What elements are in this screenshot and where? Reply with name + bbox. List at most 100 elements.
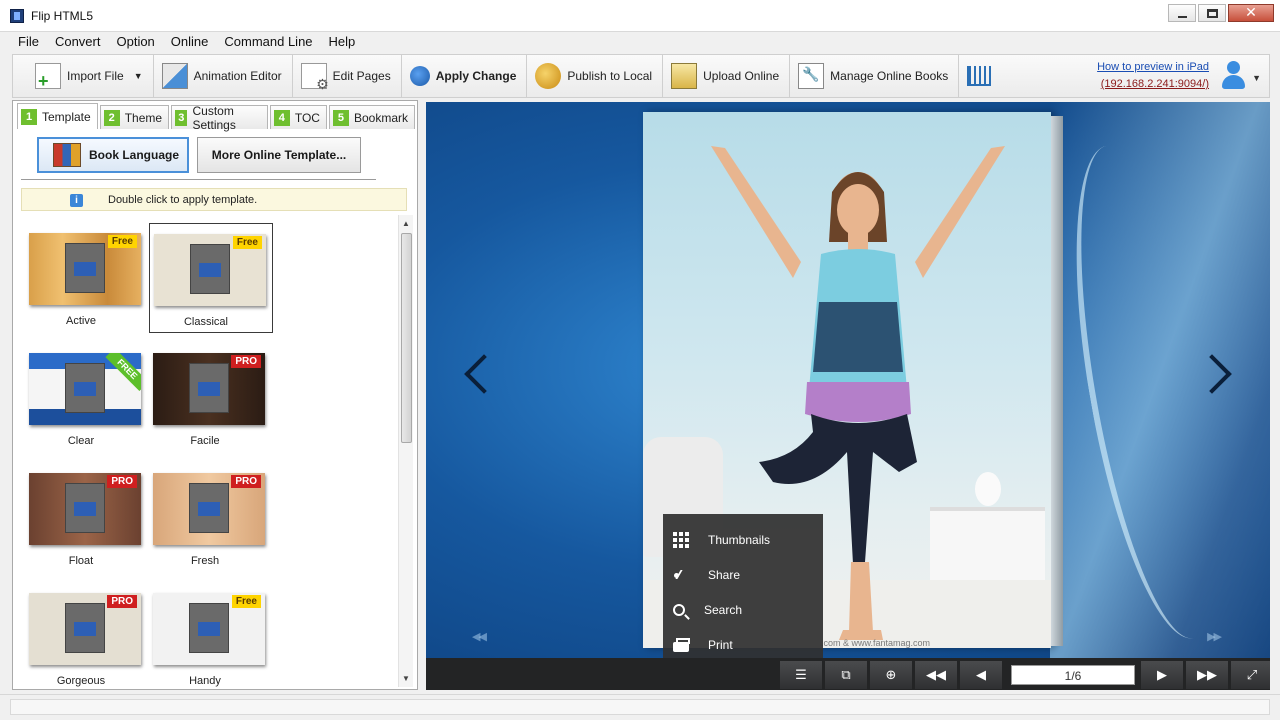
tab-number: 2 xyxy=(103,109,120,126)
fullscreen-icon: ⤢ xyxy=(1246,667,1258,682)
next-page-button[interactable]: ▶ xyxy=(1141,661,1183,689)
scroll-down-icon[interactable]: ▼ xyxy=(402,674,410,683)
template-item-float[interactable]: PRO Float xyxy=(25,463,149,573)
cart-button[interactable] xyxy=(959,55,1007,97)
template-item-classical[interactable]: Free Classical xyxy=(149,223,273,333)
ipad-preview-link[interactable]: How to preview in iPad xyxy=(1097,59,1209,76)
template-item-fresh[interactable]: PRO Fresh xyxy=(149,463,273,573)
template-thumbnail: PRO xyxy=(29,593,141,665)
next-page-icon: ▶ xyxy=(1157,667,1167,682)
ipad-preview-address[interactable]: (192.168.2.241:9094/) xyxy=(1097,76,1209,93)
previous-page-icon[interactable] xyxy=(464,354,504,394)
tab-bookmark[interactable]: 5 Bookmark xyxy=(328,105,415,129)
menu-item-thumbnails[interactable]: Thumbnails xyxy=(663,522,823,557)
menu-file[interactable]: File xyxy=(12,32,49,52)
tab-label: Template xyxy=(42,109,91,124)
prev-page-button[interactable]: ◀ xyxy=(960,661,1002,689)
manage-online-books-button[interactable]: Manage Online Books xyxy=(790,55,960,97)
template-item-clear[interactable]: FREE Clear xyxy=(25,343,149,453)
import-file-icon xyxy=(35,63,61,92)
tab-number: 3 xyxy=(175,109,188,126)
menu-item-label: Thumbnails xyxy=(708,532,771,547)
zoom-in-button[interactable]: ⊕ xyxy=(870,661,912,689)
menu-item-label: Print xyxy=(708,637,733,652)
minimize-button[interactable] xyxy=(1168,4,1196,22)
upload-online-button[interactable]: Upload Online xyxy=(663,55,791,97)
menu-item-label: Search xyxy=(704,602,743,617)
book-language-button[interactable]: Book Language xyxy=(37,137,189,173)
window-title: Flip HTML5 xyxy=(31,9,94,23)
template-thumbnail: PRO xyxy=(29,473,141,545)
menu-item-search[interactable]: Search xyxy=(663,592,823,627)
last-page-icon: ▶▶ xyxy=(1197,667,1217,682)
template-thumbnail: Free xyxy=(154,234,266,306)
menu-convert[interactable]: Convert xyxy=(49,32,111,52)
menu-item-share[interactable]: Share xyxy=(663,557,823,592)
template-label: Facile xyxy=(190,435,220,447)
fullscreen-button[interactable]: ⤢ xyxy=(1231,661,1270,689)
template-item-handy[interactable]: Free Handy xyxy=(149,583,273,687)
hint-bar: i Double click to apply template. xyxy=(21,188,407,211)
tab-template[interactable]: 1 Template xyxy=(17,103,98,129)
menu-bar: File Convert Option Online Command Line … xyxy=(0,32,1280,52)
book-language-icon xyxy=(53,143,81,167)
more-online-templates-button[interactable]: More Online Template... xyxy=(197,137,361,173)
close-button[interactable]: ✕ xyxy=(1228,4,1274,22)
template-thumbnail: Free xyxy=(29,233,141,305)
menu-help[interactable]: Help xyxy=(323,32,366,52)
badge-free: Free xyxy=(231,595,261,608)
tab-label: Custom Settings xyxy=(192,103,236,132)
settings-tabs: 1 Template 2 Theme 3 Custom Settings 4 T… xyxy=(17,103,417,132)
menu-online[interactable]: Online xyxy=(165,32,219,52)
first-page-icon: ◀◀ xyxy=(926,667,946,682)
search-icon xyxy=(673,603,685,616)
page-stack-edge xyxy=(1051,116,1063,646)
menu-item-print[interactable]: Print xyxy=(663,627,823,662)
badge-free: Free xyxy=(232,236,262,249)
animation-editor-button[interactable]: Animation Editor xyxy=(154,55,293,97)
menu-option[interactable]: Option xyxy=(110,32,164,52)
menu-toggle-button[interactable]: ☰ xyxy=(780,661,822,689)
first-page-button[interactable]: ◀◀ xyxy=(915,661,957,689)
scrollbar-thumb[interactable] xyxy=(401,233,412,443)
user-account-icon[interactable] xyxy=(1221,61,1245,91)
import-file-button[interactable]: Import File ▼ xyxy=(13,55,154,97)
scroll-up-icon[interactable]: ▲ xyxy=(402,219,410,228)
maximize-button[interactable] xyxy=(1198,4,1226,22)
title-bar: Flip HTML5 ✕ xyxy=(0,0,1280,32)
upload-icon xyxy=(671,63,698,89)
tab-number: 5 xyxy=(332,109,349,126)
animation-editor-icon xyxy=(161,63,188,89)
tab-label: Theme xyxy=(124,110,163,125)
publish-local-button[interactable]: Publish to Local xyxy=(527,55,664,97)
status-field xyxy=(10,699,1270,715)
badge-pro: PRO xyxy=(107,475,137,488)
tab-theme[interactable]: 2 Theme xyxy=(99,105,170,129)
template-label: Handy xyxy=(189,675,221,687)
last-page-button[interactable]: ▶▶ xyxy=(1186,661,1228,689)
import-file-label: Import File xyxy=(67,69,124,83)
menu-command-line[interactable]: Command Line xyxy=(218,32,322,52)
tab-custom-settings[interactable]: 3 Custom Settings xyxy=(171,103,268,132)
apply-change-button[interactable]: Apply Change xyxy=(402,55,528,97)
print-icon xyxy=(673,637,690,652)
template-label: Classical xyxy=(183,316,228,328)
template-label: Clear xyxy=(67,435,95,447)
edit-pages-label: Edit Pages xyxy=(332,69,391,83)
publish-local-label: Publish to Local xyxy=(567,69,653,83)
single-page-button[interactable]: ⧉ xyxy=(825,661,867,689)
badge-pro: PRO xyxy=(231,475,261,488)
template-item-gorgeous[interactable]: PRO Gorgeous xyxy=(25,583,149,687)
template-item-active[interactable]: Free Active xyxy=(25,223,149,333)
template-scrollbar[interactable]: ▲ ▼ xyxy=(398,215,413,687)
template-thumbnail: FREE xyxy=(29,353,141,425)
user-menu-chevron-icon[interactable]: ▼ xyxy=(1252,73,1261,83)
page-number-field[interactable]: 1/6 xyxy=(1011,665,1135,685)
edit-pages-button[interactable]: Edit Pages xyxy=(293,55,402,97)
template-panel: 1 Template 2 Theme 3 Custom Settings 4 T… xyxy=(12,100,418,690)
tab-toc[interactable]: 4 TOC xyxy=(269,105,327,129)
tab-label: Bookmark xyxy=(353,110,408,125)
window-controls: ✕ xyxy=(1168,4,1274,22)
template-item-facile[interactable]: PRO Facile xyxy=(149,343,273,453)
menu-lines-icon: ☰ xyxy=(795,667,807,682)
